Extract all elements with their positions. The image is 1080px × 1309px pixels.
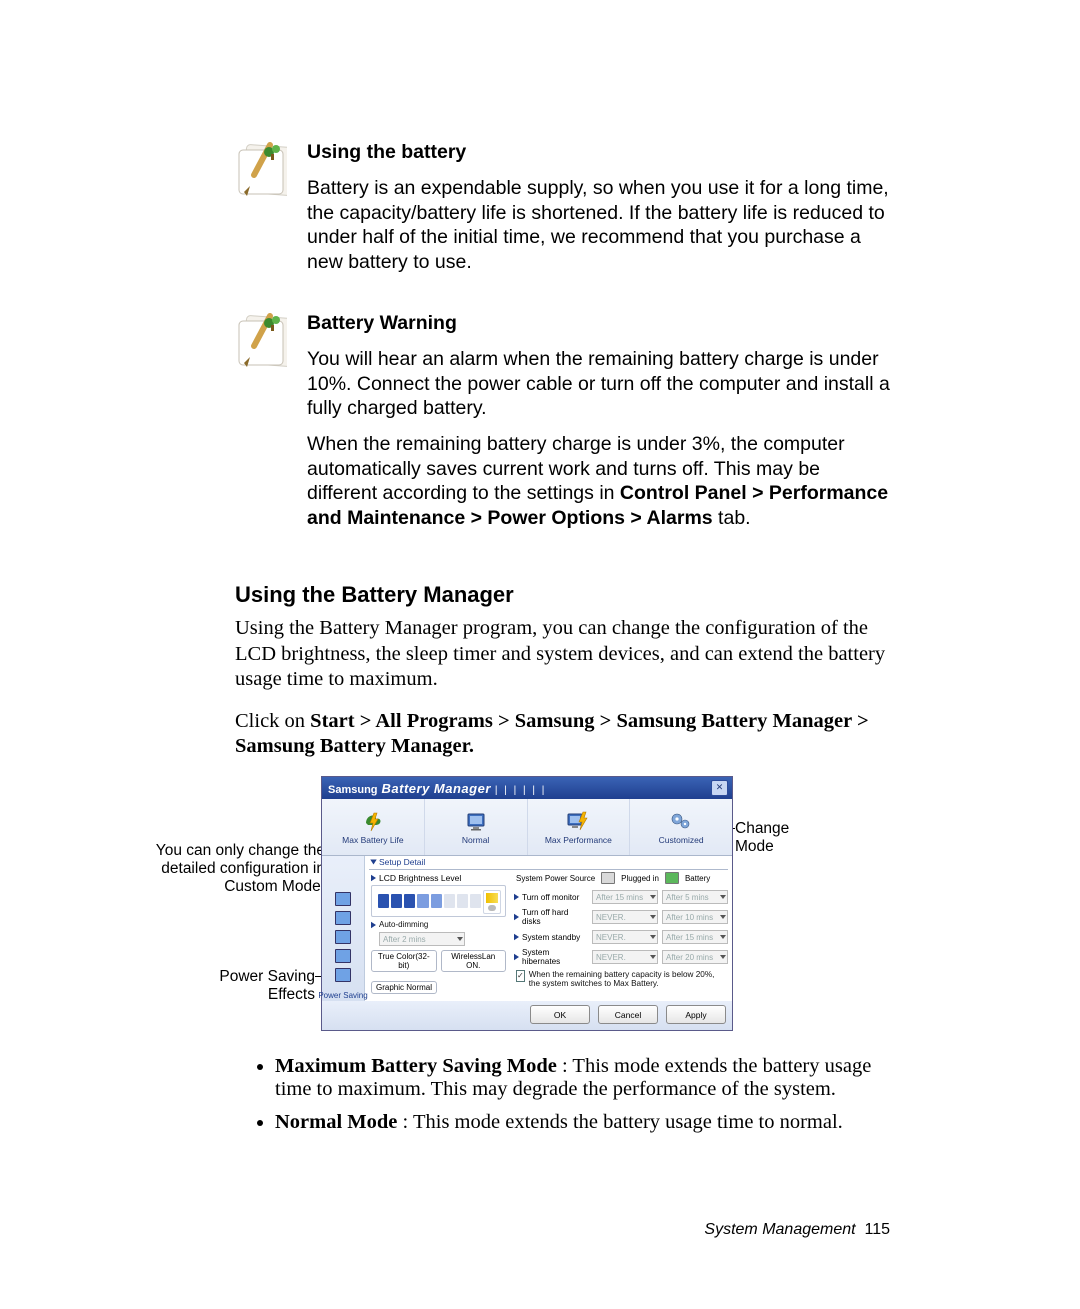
battery-manager-figure: Change Mode You can only change the deta… xyxy=(155,776,810,1031)
mode-selector[interactable]: Max Battery Life Normal Max Performance … xyxy=(322,799,732,856)
wireless-lan-button[interactable]: WirelessLan ON. xyxy=(441,950,507,972)
note-row: Using the battery Battery is an expendabl… xyxy=(235,140,890,286)
apply-button[interactable]: Apply xyxy=(666,1005,726,1024)
ok-button[interactable]: OK xyxy=(530,1005,590,1024)
mode-list-item: Normal Mode : This mode extends the batt… xyxy=(275,1111,890,1134)
power-setting-row: Turn off hard disks NEVER. After 10 mins xyxy=(514,906,728,928)
chevron-right-icon xyxy=(371,875,376,881)
power-setting-battery-dropdown[interactable]: After 10 mins xyxy=(662,910,728,924)
annot-power-saving: Power Saving Effects xyxy=(185,968,315,1004)
note-paragraph: When the remaining battery charge is und… xyxy=(307,432,890,530)
cancel-button[interactable]: Cancel xyxy=(598,1005,658,1024)
power-setting-label: System hibernates xyxy=(514,948,588,966)
mode-tab[interactable]: Max Battery Life xyxy=(322,799,424,855)
chevron-right-icon xyxy=(514,954,519,960)
brightness-indicator-icon xyxy=(483,890,501,914)
close-icon[interactable]: ✕ xyxy=(711,780,728,796)
mode-tab[interactable]: Normal xyxy=(424,799,527,855)
battery-icon xyxy=(665,872,679,884)
chevron-right-icon xyxy=(371,921,376,927)
mode-label: Max Performance xyxy=(545,835,612,845)
mode-label: Max Battery Life xyxy=(342,835,403,845)
power-setting-battery-dropdown[interactable]: After 15 mins xyxy=(662,930,728,944)
click-instruction: Click on Start > All Programs > Samsung … xyxy=(235,709,890,760)
power-setting-row: System standby NEVER. After 15 mins xyxy=(514,928,728,946)
chevron-right-icon xyxy=(514,914,519,920)
power-setting-plugged-dropdown[interactable]: After 15 mins xyxy=(592,890,658,904)
auto-dimming-row: Auto-dimming xyxy=(369,919,508,930)
mode-tab[interactable]: Max Performance xyxy=(527,799,630,855)
section-intro: Using the Battery Manager program, you c… xyxy=(235,616,890,693)
page-footer: System Management 115 xyxy=(704,1221,890,1239)
lcd-brightness-heading: LCD Brightness Level xyxy=(369,870,508,885)
battery-manager-window: Samsung Battery Manager | | | | | | ✕ Ma… xyxy=(321,776,733,1031)
section-heading: Using the Battery Manager xyxy=(235,582,890,608)
mode-label: Customized xyxy=(659,835,704,845)
annot-change-mode: Change Mode xyxy=(735,820,810,856)
window-titlebar: Samsung Battery Manager | | | | | | ✕ xyxy=(322,777,732,799)
chevron-right-icon xyxy=(514,894,519,900)
plug-icon xyxy=(601,872,615,884)
note-row: Battery Warning You will hear an alarm wh… xyxy=(235,311,890,542)
auto-dim-dropdown[interactable]: After 2 mins xyxy=(379,932,465,946)
note-paragraph: You will hear an alarm when the remainin… xyxy=(307,347,890,420)
mode-icon xyxy=(668,809,694,833)
true-color-button[interactable]: True Color(32-bit) xyxy=(371,950,437,972)
dialog-button-bar: OK Cancel Apply xyxy=(322,1001,732,1030)
setup-detail-header[interactable]: Setup Detail xyxy=(369,856,728,870)
mode-list-item: Maximum Battery Saving Mode : This mode … xyxy=(275,1055,890,1101)
mode-icon xyxy=(463,809,489,833)
power-saving-sidebar: Power Saving xyxy=(322,856,365,1001)
note-icon xyxy=(235,142,287,202)
power-setting-label: System standby xyxy=(514,933,588,942)
power-setting-plugged-dropdown[interactable]: NEVER. xyxy=(592,950,658,964)
power-setting-plugged-dropdown[interactable]: NEVER. xyxy=(592,930,658,944)
power-setting-battery-dropdown[interactable]: After 5 mins xyxy=(662,890,728,904)
power-setting-row: Turn off monitor After 15 mins After 5 min… xyxy=(514,888,728,906)
power-setting-battery-dropdown[interactable]: After 20 mins xyxy=(662,950,728,964)
note-icon xyxy=(235,313,287,373)
mode-tab[interactable]: Customized xyxy=(629,799,732,855)
low-battery-checkbox-row[interactable]: ✓ When the remaining battery capacity is… xyxy=(514,968,728,995)
mode-icon xyxy=(360,809,386,833)
power-setting-label: Turn off hard disks xyxy=(514,908,588,926)
mode-icon xyxy=(565,809,591,833)
mode-description-list: Maximum Battery Saving Mode : This mode … xyxy=(275,1055,890,1134)
system-power-source-row: System Power Source Plugged in Battery xyxy=(514,870,728,888)
brightness-slider[interactable] xyxy=(371,885,506,917)
chevron-right-icon xyxy=(514,934,519,940)
annot-custom-only: You can only change the detailed configu… xyxy=(75,842,325,896)
power-setting-label: Turn off monitor xyxy=(514,893,588,902)
mode-label: Normal xyxy=(462,835,489,845)
note-title: Battery Warning xyxy=(307,311,890,335)
note-paragraph: Battery is an expendable supply, so when… xyxy=(307,176,890,274)
note-title: Using the battery xyxy=(307,140,890,164)
checkbox-icon[interactable]: ✓ xyxy=(516,970,525,982)
power-setting-plugged-dropdown[interactable]: NEVER. xyxy=(592,910,658,924)
chevron-down-icon xyxy=(370,860,376,865)
power-setting-row: System hibernates NEVER. After 20 mins xyxy=(514,946,728,968)
graphic-normal-button[interactable]: Graphic Normal xyxy=(371,981,437,994)
